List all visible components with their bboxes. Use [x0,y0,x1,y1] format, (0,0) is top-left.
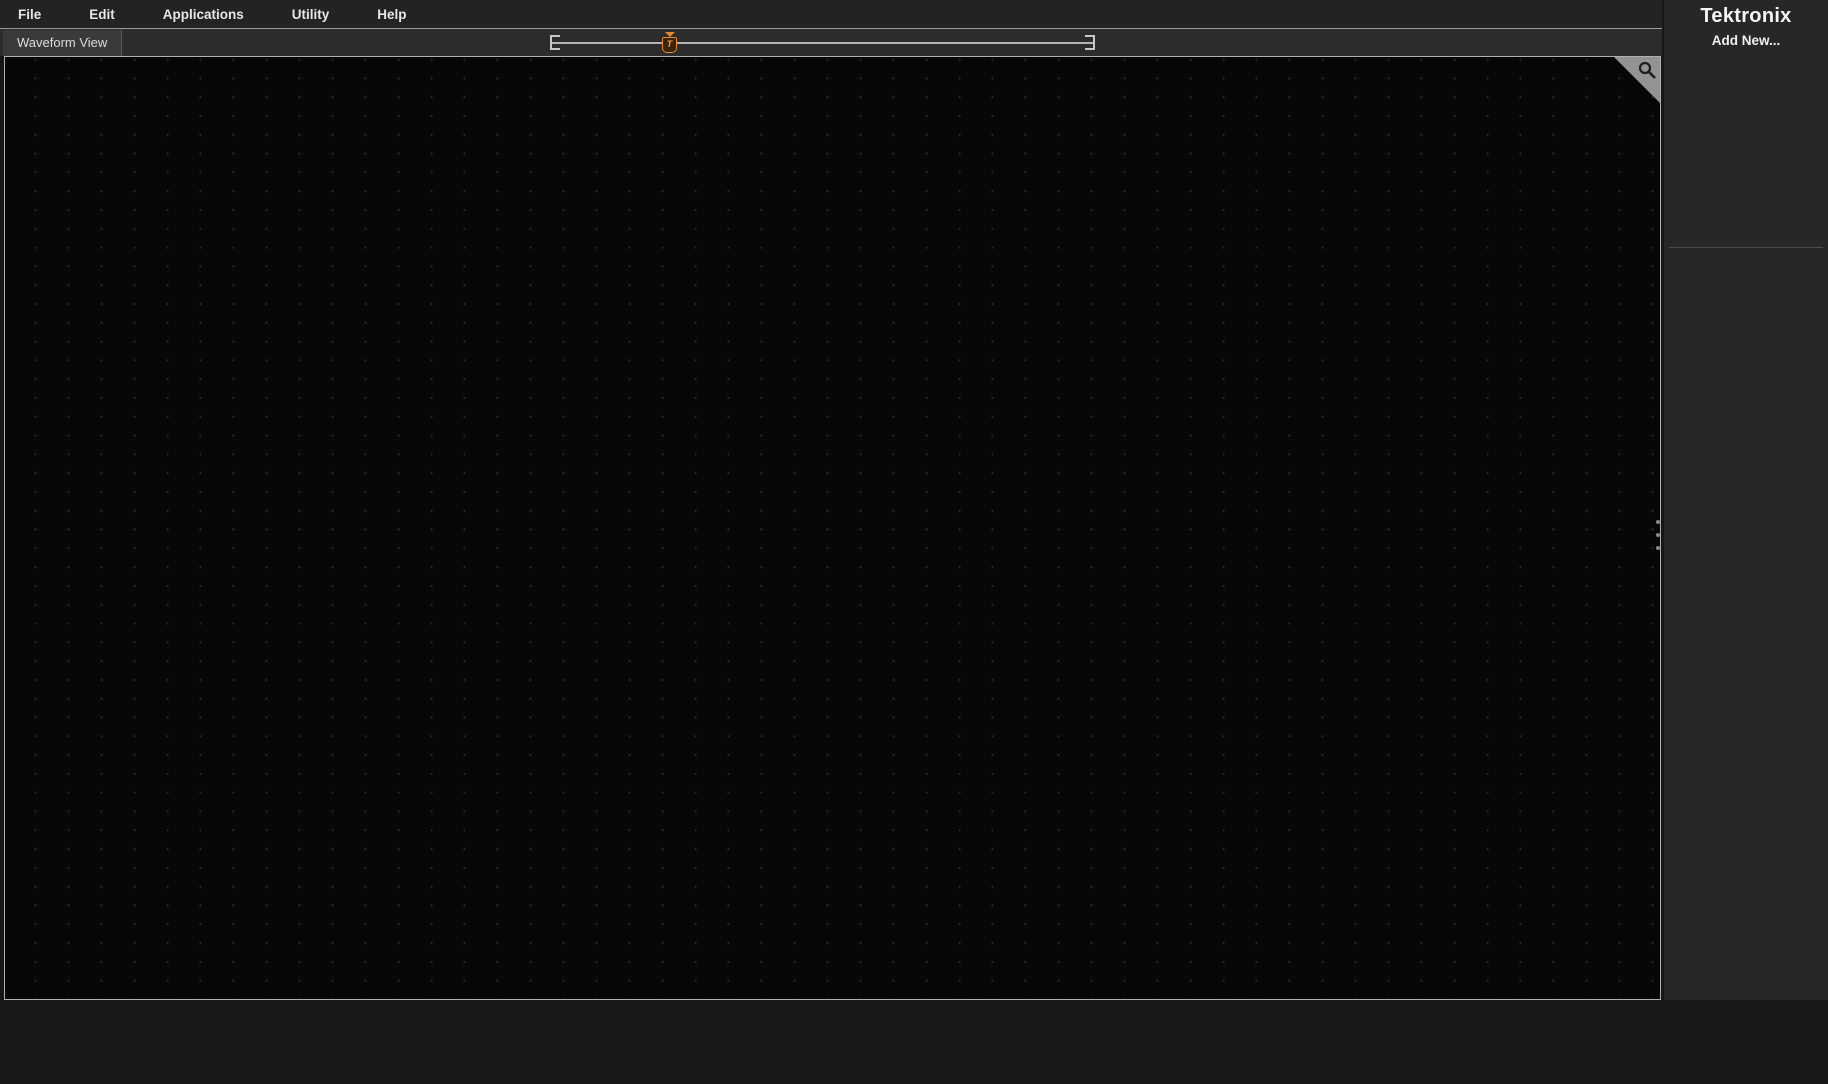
tab-bar: Waveform View T [0,29,1662,56]
menu-item-edit[interactable]: Edit [65,7,139,22]
overview-line [552,42,1093,44]
magnifier-icon [1637,60,1657,80]
overview-left-bracket[interactable] [550,35,560,50]
overview-right-bracket[interactable] [1085,35,1095,50]
menu-item-file[interactable]: File [0,7,65,22]
tab-waveform-view[interactable]: Waveform View [3,30,122,56]
overview-trigger-icon[interactable]: T [662,32,677,53]
menu-item-applications[interactable]: Applications [139,7,268,22]
acquisition-overview-bar[interactable]: T [550,34,1095,51]
bottom-bar [0,1000,1828,1084]
add-new-heading: Add New... [1664,33,1828,48]
menu-item-utility[interactable]: Utility [268,7,354,22]
menu-bar: FileEditApplicationsUtilityHelp [0,0,1662,29]
side-panel: Tektronix Add New... [1664,0,1828,1000]
tektronix-logo: Tektronix [1664,5,1828,28]
waveform-plot-area[interactable] [4,56,1661,1000]
side-divider [1669,247,1823,248]
menu-item-help[interactable]: Help [353,7,430,22]
oscilloscope-screen: FileEditApplicationsUtilityHelp Waveform… [0,0,1828,1084]
panel-resize-handle[interactable] [1655,520,1661,550]
